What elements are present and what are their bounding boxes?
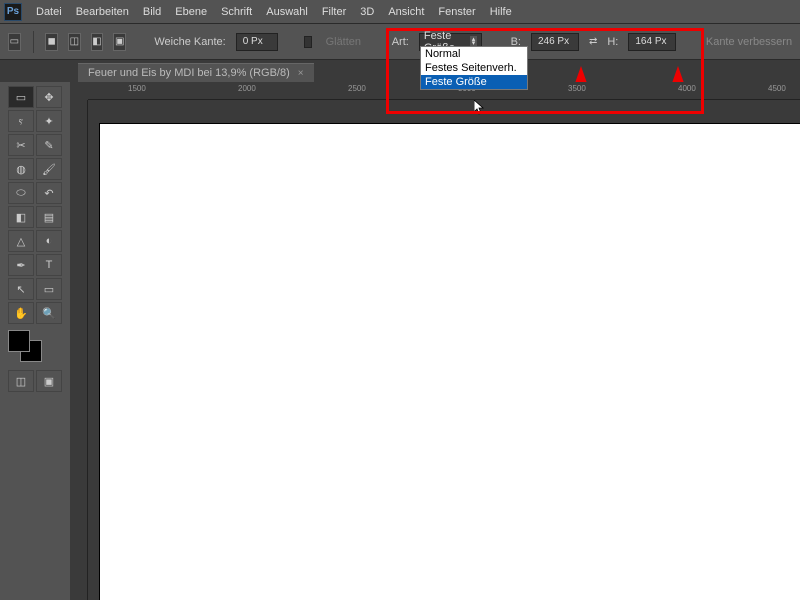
- tool-marquee[interactable]: ▭: [8, 86, 34, 108]
- document-tab[interactable]: Feuer und Eis by MDI bei 13,9% (RGB/8) ×: [78, 63, 314, 82]
- dropdown-item-fixed-ratio[interactable]: Festes Seitenverh.: [421, 61, 527, 75]
- menu-edit[interactable]: Bearbeiten: [76, 6, 129, 18]
- tool-wand[interactable]: ✦: [36, 110, 62, 132]
- tool-crop[interactable]: ✂: [8, 134, 34, 156]
- tool-lasso[interactable]: ⲋ: [8, 110, 34, 132]
- menu-view[interactable]: Ansicht: [388, 6, 424, 18]
- tool-eyedropper[interactable]: ✎: [36, 134, 62, 156]
- ruler-tick: 4500: [768, 84, 786, 93]
- menu-window[interactable]: Fenster: [438, 6, 475, 18]
- dropdown-item-fixed-size[interactable]: Feste Größe: [421, 75, 527, 89]
- color-swatches[interactable]: [8, 330, 50, 366]
- height-input[interactable]: [628, 33, 676, 51]
- tool-screen-mode[interactable]: ▣: [36, 370, 62, 392]
- ruler-tick: 4000: [678, 84, 696, 93]
- swap-wh-icon[interactable]: ⇄: [589, 36, 597, 47]
- tool-zoom[interactable]: 🔍: [36, 302, 62, 324]
- tool-preset-icon[interactable]: ▭: [8, 33, 21, 51]
- width-input[interactable]: [531, 33, 579, 51]
- menu-bar: Ps Datei Bearbeiten Bild Ebene Schrift A…: [0, 0, 800, 24]
- tab-close-icon[interactable]: ×: [298, 68, 304, 79]
- document-tab-title: Feuer und Eis by MDI bei 13,9% (RGB/8): [88, 67, 290, 79]
- menu-type[interactable]: Schrift: [221, 6, 252, 18]
- feather-label: Weiche Kante:: [154, 36, 225, 48]
- height-label: H:: [607, 36, 618, 48]
- refine-edge-button[interactable]: Kante verbessern: [706, 36, 792, 48]
- tool-move[interactable]: ✥: [36, 86, 62, 108]
- mouse-cursor-icon: [474, 100, 486, 116]
- dropdown-item-normal[interactable]: Normal: [421, 47, 527, 61]
- menu-file[interactable]: Datei: [36, 6, 62, 18]
- work-area: ▭ ✥ ⲋ ✦ ✂ ✎ ◍ 🖌 ⬭ ↶ ◧ ▤ △ ◐ ✒ T ↖ ▭ ✋ 🔍 …: [0, 82, 800, 600]
- menu-help[interactable]: Hilfe: [490, 6, 512, 18]
- app-logo: Ps: [4, 3, 22, 21]
- tool-history-brush[interactable]: ↶: [36, 182, 62, 204]
- tool-shape[interactable]: ▭: [36, 278, 62, 300]
- antialias-checkbox[interactable]: [304, 36, 312, 48]
- tool-pen[interactable]: ✒: [8, 254, 34, 276]
- tool-gradient[interactable]: ▤: [36, 206, 62, 228]
- tool-blur[interactable]: △: [8, 230, 34, 252]
- options-bar: ▭ ◼ ◫ ◧ ▣ Weiche Kante: Glätten Art: Fes…: [0, 24, 800, 60]
- tool-path-select[interactable]: ↖: [8, 278, 34, 300]
- feather-input[interactable]: [236, 33, 278, 51]
- ruler-tick: 3500: [568, 84, 586, 93]
- ruler-tick: 2000: [238, 84, 256, 93]
- tool-quick-mask[interactable]: ◫: [8, 370, 34, 392]
- tools-panel: ▭ ✥ ⲋ ✦ ✂ ✎ ◍ 🖌 ⬭ ↶ ◧ ▤ △ ◐ ✒ T ↖ ▭ ✋ 🔍 …: [0, 82, 70, 600]
- ruler-tick: 2500: [348, 84, 366, 93]
- tool-eraser[interactable]: ◧: [8, 206, 34, 228]
- menu-image[interactable]: Bild: [143, 6, 161, 18]
- tool-hand[interactable]: ✋: [8, 302, 34, 324]
- marquee-subtract-icon[interactable]: ◧: [91, 33, 104, 51]
- document-canvas[interactable]: [100, 124, 800, 600]
- antialias-label: Glätten: [326, 36, 361, 48]
- canvas-area: 1500 2000 2500 3000 3500 4000 4500: [70, 82, 800, 600]
- ruler-vertical: [70, 100, 88, 600]
- menu-select[interactable]: Auswahl: [266, 6, 308, 18]
- marquee-rect-icon[interactable]: ◼: [45, 33, 58, 51]
- foreground-color-swatch[interactable]: [8, 330, 30, 352]
- tool-brush[interactable]: 🖌: [36, 158, 62, 180]
- ruler-tick: 1500: [128, 84, 146, 93]
- style-dropdown: Normal Festes Seitenverh. Feste Größe: [420, 46, 528, 90]
- style-label: Art:: [392, 36, 409, 48]
- tool-type[interactable]: T: [36, 254, 62, 276]
- menu-layer[interactable]: Ebene: [175, 6, 207, 18]
- tool-dodge[interactable]: ◐: [36, 230, 62, 252]
- menu-filter[interactable]: Filter: [322, 6, 346, 18]
- menu-3d[interactable]: 3D: [360, 6, 374, 18]
- marquee-intersect-icon[interactable]: ▣: [113, 33, 126, 51]
- tool-healing[interactable]: ◍: [8, 158, 34, 180]
- marquee-add-icon[interactable]: ◫: [68, 33, 81, 51]
- tool-stamp[interactable]: ⬭: [8, 182, 34, 204]
